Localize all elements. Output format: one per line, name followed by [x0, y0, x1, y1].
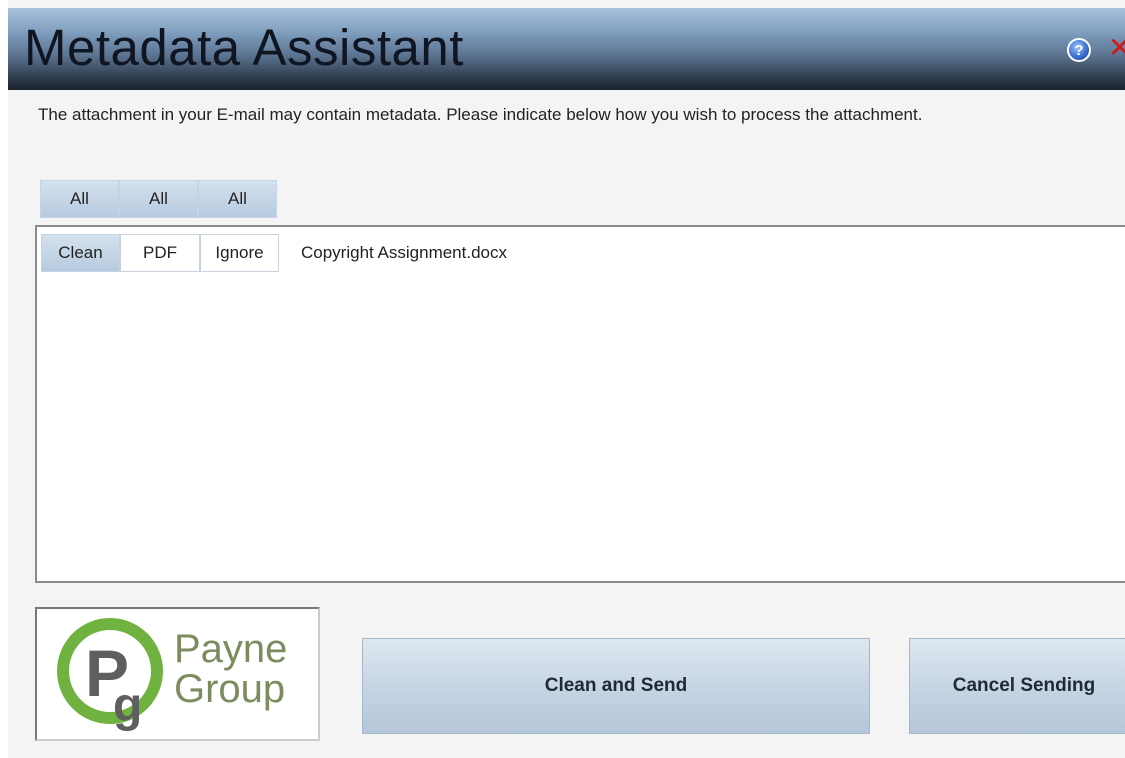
instruction-text: The attachment in your E-mail may contai… [38, 105, 923, 124]
ignore-option[interactable]: Ignore [200, 234, 279, 272]
window-edge [0, 0, 8, 758]
clean-and-send-button[interactable]: Clean and Send [362, 638, 870, 734]
apply-all-bar: All All All [40, 180, 277, 220]
clean-option[interactable]: Clean [41, 234, 120, 272]
window-title: Metadata Assistant [24, 19, 464, 76]
logo-text-line2: Group [174, 667, 286, 711]
title-bar: Metadata Assistant ? ✕ [8, 8, 1125, 90]
attachment-filename: Copyright Assignment.docx [301, 243, 507, 262]
close-icon[interactable]: ✕ [1108, 34, 1125, 62]
attachment-list: Clean PDF Ignore Copyright Assignment.do… [35, 225, 1125, 583]
all-clean-button[interactable]: All [40, 180, 119, 218]
attachment-row: Clean PDF Ignore Copyright Assignment.do… [41, 234, 507, 272]
help-icon[interactable]: ? [1067, 38, 1091, 62]
logo-text: Payne Group [174, 629, 287, 709]
all-ignore-button[interactable]: All [198, 180, 277, 218]
payne-group-logo-icon: P g [57, 618, 163, 732]
logo-text-line1: Payne [174, 627, 288, 671]
pdf-option[interactable]: PDF [120, 234, 200, 272]
all-pdf-button[interactable]: All [119, 180, 198, 218]
svg-text:g: g [113, 679, 142, 732]
metadata-assistant-window: Metadata Assistant ? ✕ The attachment in… [0, 0, 1125, 758]
cancel-sending-button[interactable]: Cancel Sending [909, 638, 1125, 734]
company-logo: P g Payne Group [35, 607, 320, 741]
